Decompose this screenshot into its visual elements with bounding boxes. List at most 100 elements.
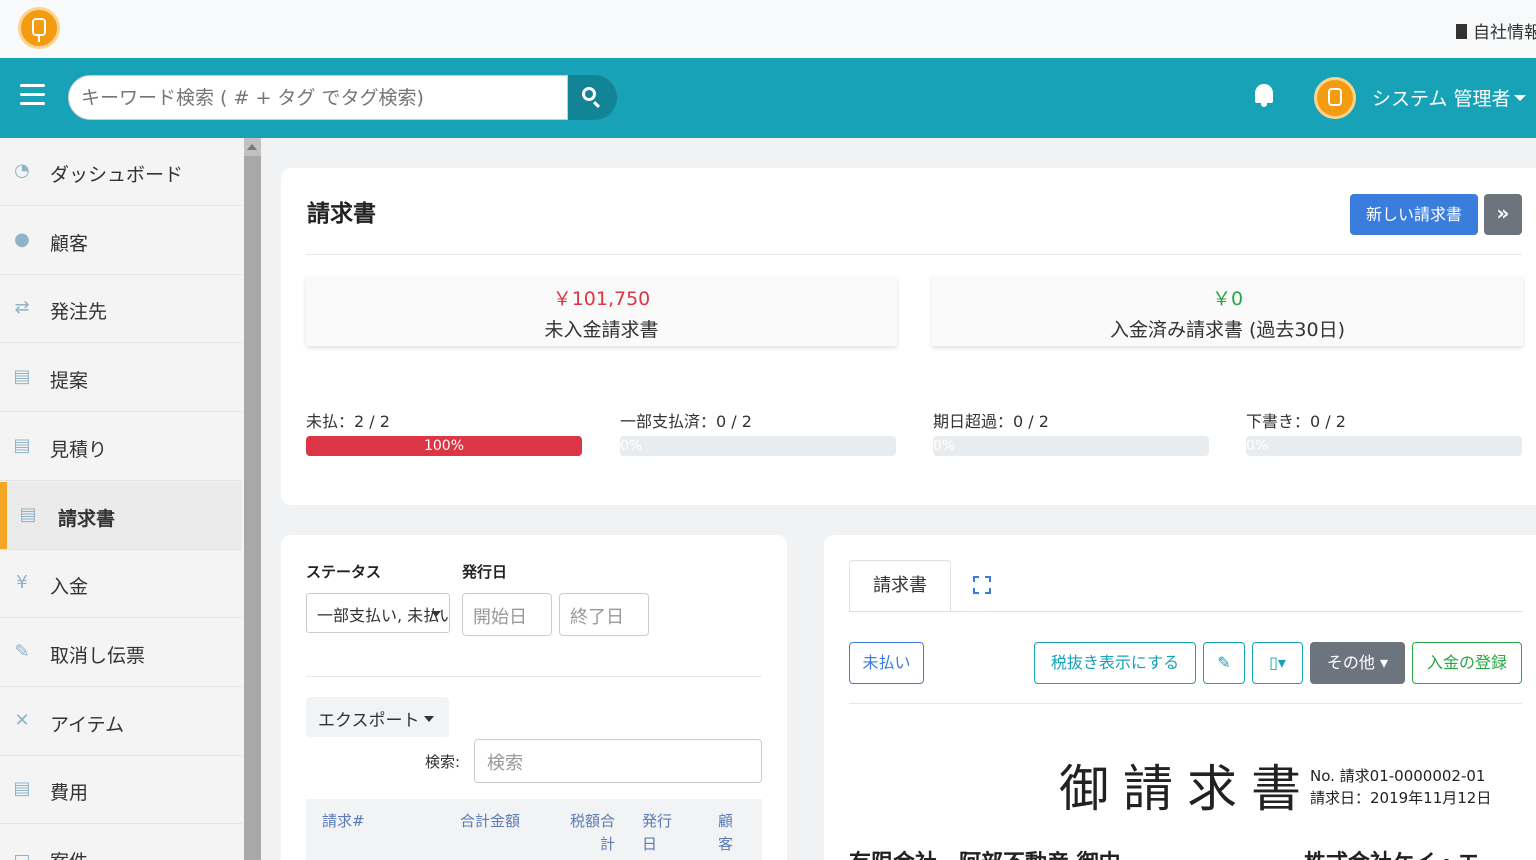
project-icon: ▭ [13, 847, 31, 860]
invoice-number-date: No. 請求01-0000002-01 請求日：2019年11月12日 [1310, 765, 1491, 809]
start-date-input[interactable]: 開始日 [462, 593, 552, 636]
user-icon: ● [14, 228, 30, 250]
invoice-number: No. 請求01-0000002-01 [1310, 767, 1486, 785]
progress-label: 下書き：0 / 2 [1246, 412, 1346, 431]
invoice-date: 請求日：2019年11月12日 [1310, 789, 1492, 807]
other-actions-button[interactable]: その他 ▾ [1310, 642, 1405, 684]
chevron-down-icon [1514, 95, 1527, 101]
progress-bar: 0% [933, 436, 1209, 456]
fullscreen-icon[interactable] [973, 576, 991, 594]
table-search-label: 検索: [425, 753, 461, 771]
progress-bar: 100% [306, 436, 582, 456]
sidebar-item-label: 見積り [50, 438, 108, 461]
column-header-issue-date[interactable]: 発行日 [642, 810, 678, 856]
column-header-customer[interactable]: 顧客 [718, 810, 738, 856]
search-button[interactable] [568, 75, 617, 120]
double-chevron-right-icon: » [1496, 201, 1510, 225]
sidebar-item[interactable]: ✕ アイテム [0, 688, 242, 756]
sidebar-item-label: 案件 [50, 847, 88, 860]
progress-label: 未払：2 / 2 [306, 412, 390, 431]
column-header-tax[interactable]: 税額合計 [563, 810, 615, 856]
status-progress: 未払：2 / 2 100% [306, 408, 582, 456]
invoice-table-header: 請求# 合計金額 税額合計 発行日 顧客 [306, 799, 762, 860]
tab-divider [849, 611, 1522, 612]
edit-button[interactable]: ✎ [1203, 642, 1245, 684]
table-search-input[interactable]: 検索 [474, 739, 762, 783]
sidebar-item-label: 発注先 [50, 301, 108, 324]
sidebar-item[interactable]: ⇄ 発注先 [0, 275, 242, 344]
other-label: その他 [1326, 653, 1375, 672]
divider [849, 703, 1522, 704]
unpaid-status-button[interactable]: 未払い [849, 642, 924, 684]
chevron-down-icon [431, 611, 441, 617]
column-header-total[interactable]: 合計金額 [460, 810, 520, 833]
more-actions-button[interactable]: » [1484, 194, 1522, 235]
chevron-down-icon [423, 716, 434, 722]
cancel-slip-icon: ✎ [14, 640, 30, 662]
status-progress: 下書き：0 / 2 0% [1246, 408, 1522, 456]
pdf-dropdown-button[interactable]: ▯▾ [1252, 642, 1303, 684]
scroll-up-arrow-icon[interactable] [247, 144, 257, 150]
notification-bell-icon[interactable] [1252, 82, 1276, 110]
paid-amount: ￥0 [1211, 288, 1244, 310]
register-payment-button[interactable]: 入金の登録 [1412, 642, 1522, 684]
invoice-customer: 有限会社 阿部不動産 御中 [849, 845, 1121, 860]
status-select[interactable]: 一部支払い, 未払い [306, 593, 450, 633]
progress-bar: 0% [620, 436, 896, 456]
building-icon [1456, 24, 1467, 39]
sidebar-item[interactable]: ▤ 提案 [0, 344, 242, 413]
edit-icon: ✎ [1217, 653, 1231, 672]
dashboard-icon: ◔ [14, 160, 30, 181]
sidebar-item-label: ダッシュボード [50, 164, 184, 186]
chevron-down-icon: ▾ [1380, 653, 1389, 672]
sidebar-item[interactable]: ▤ 見積り [0, 413, 242, 481]
page-title: 請求書 [307, 201, 376, 227]
user-avatar[interactable] [1314, 77, 1356, 119]
sidebar-item[interactable]: ▤ 費用 [0, 756, 242, 825]
handshake-icon: ⇄ [14, 297, 30, 319]
unpaid-invoices-stat[interactable]: ￥101,750 未入金請求書 [306, 276, 897, 346]
new-invoice-button[interactable]: 新しい請求書 [1350, 194, 1478, 235]
expense-icon: ▤ [13, 778, 31, 800]
end-date-input[interactable]: 終了日 [559, 593, 649, 636]
sidebar-item[interactable]: ◔ ダッシュボード [0, 138, 242, 206]
status-filter-label: ステータス [306, 563, 382, 581]
progress-percent: 100% [423, 438, 465, 454]
search-icon [582, 87, 596, 101]
invoice-icon: ▤ [19, 503, 37, 525]
export-button[interactable]: エクスポート [306, 697, 449, 737]
invoice-preview-card: 請求書 未払い 税抜き表示にする ✎ ▯▾ その他 ▾ 入金の登録 御請求書 N… [824, 535, 1536, 860]
divider [306, 254, 1522, 255]
sidebar-item-label: 顧客 [50, 232, 89, 255]
sidebar-item-label: 請求書 [58, 507, 116, 530]
sidebar-item[interactable]: ● 顧客 [0, 207, 242, 275]
sidebar-item-label: 取消し伝票 [50, 644, 146, 667]
keyword-search-input[interactable] [68, 75, 568, 120]
sidebar-scrollbar[interactable] [244, 138, 261, 860]
sidebar-item[interactable]: ¥ 入金 [0, 550, 242, 619]
app-logo[interactable] [18, 7, 60, 49]
sidebar-item[interactable]: ▭ 案件 [0, 825, 242, 860]
column-header-invoice-no[interactable]: 請求# [322, 810, 365, 833]
document-icon: ▤ [13, 366, 31, 388]
scrollbar-thumb[interactable] [244, 156, 261, 860]
sidebar-item-label: アイテム [50, 713, 125, 736]
menu-toggle-icon[interactable] [20, 84, 45, 106]
sidebar-item[interactable]: ▤ 請求書 [0, 481, 242, 550]
user-menu[interactable]: システム 管理者 [1372, 84, 1527, 111]
sidebar: ◔ ダッシュボード ● 顧客 ⇄ 発注先 ▤ 提案 ▤ 見積り ▤ 請求書 ¥ 入金 ✎ 取消し伝票 ✕ アイテム… [0, 138, 244, 860]
progress-label: 一部支払済：0 / 2 [620, 412, 752, 431]
show-tax-excluded-button[interactable]: 税抜き表示にする [1034, 642, 1196, 684]
unpaid-amount: ￥101,750 [552, 288, 651, 310]
progress-percent: 0% [620, 438, 643, 454]
progress-label: 期日超過：0 / 2 [933, 412, 1049, 431]
top-bar: 自社情報 [0, 0, 1536, 58]
status-progress: 期日超過：0 / 2 0% [933, 408, 1209, 456]
invoice-document-title: 御請求書 [1059, 760, 1315, 818]
paid-invoices-stat[interactable]: ￥0 入金済み請求書 (過去30日) [932, 276, 1523, 346]
invoice-summary-card: 請求書 新しい請求書 » ￥101,750 未入金請求書 ￥0 入金済み請求書 … [281, 168, 1536, 505]
tab-invoice[interactable]: 請求書 [849, 560, 951, 612]
invoice-company: 株式会社ケイ・エ [1304, 845, 1480, 860]
company-info-link[interactable]: 自社情報 [1456, 18, 1536, 43]
sidebar-item[interactable]: ✎ 取消し伝票 [0, 619, 242, 687]
